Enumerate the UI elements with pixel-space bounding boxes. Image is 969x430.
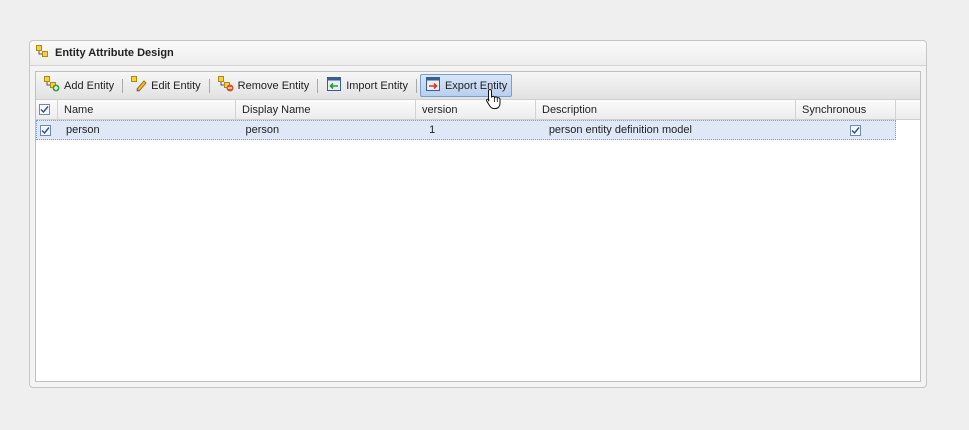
grid-header: Name Display Name version Description Sy… xyxy=(36,100,920,120)
hand-cursor-icon xyxy=(485,88,503,113)
remove-entity-label: Remove Entity xyxy=(237,79,310,92)
edit-entity-button[interactable]: Edit Entity xyxy=(126,74,206,97)
row-checkbox[interactable] xyxy=(40,124,51,136)
toolbar-separator xyxy=(317,78,319,93)
panel-body: Add Entity Edit Entity Remove Entity Imp… xyxy=(35,71,921,382)
row-checkbox-cell[interactable] xyxy=(37,121,59,139)
toolbar-separator xyxy=(415,78,417,93)
add-entity-icon xyxy=(44,76,60,95)
import-entity-button[interactable]: Import Entity xyxy=(321,74,413,97)
entity-attribute-panel: Entity Attribute Design Add Entity Edit … xyxy=(29,40,927,388)
table-row[interactable]: person person 1 person entity definition… xyxy=(36,120,896,140)
export-entity-icon xyxy=(425,76,441,95)
panel-header: Entity Attribute Design xyxy=(30,41,926,66)
remove-entity-button[interactable]: Remove Entity xyxy=(213,74,315,97)
add-entity-button[interactable]: Add Entity xyxy=(39,74,119,97)
panel-title: Entity Attribute Design xyxy=(55,47,174,59)
toolbar-separator xyxy=(208,78,210,93)
synchronous-checkbox[interactable] xyxy=(849,124,861,136)
column-header-synchronous[interactable]: Synchronous xyxy=(796,100,896,119)
remove-entity-icon xyxy=(217,76,234,95)
column-header-version[interactable]: version xyxy=(416,100,536,119)
row-name: person xyxy=(59,121,237,139)
column-header-name[interactable]: Name xyxy=(58,100,236,119)
select-all-checkbox-cell[interactable] xyxy=(36,100,58,119)
column-header-display-name[interactable]: Display Name xyxy=(236,100,416,119)
row-display-name: person xyxy=(237,121,417,139)
import-entity-icon xyxy=(326,76,342,95)
row-version: 1 xyxy=(416,121,536,139)
entity-tree-icon xyxy=(36,45,49,61)
add-entity-label: Add Entity xyxy=(64,79,115,92)
toolbar-separator xyxy=(122,78,124,93)
row-synchronous-cell[interactable] xyxy=(795,121,895,139)
import-entity-label: Import Entity xyxy=(346,79,408,92)
row-description: person entity definition model xyxy=(536,121,796,139)
select-all-checkbox[interactable] xyxy=(39,104,50,115)
edit-entity-label: Edit Entity xyxy=(151,79,201,92)
toolbar: Add Entity Edit Entity Remove Entity Imp… xyxy=(36,72,920,100)
column-header-filler xyxy=(896,100,920,119)
column-header-description[interactable]: Description xyxy=(536,100,796,119)
edit-entity-icon xyxy=(131,76,147,95)
